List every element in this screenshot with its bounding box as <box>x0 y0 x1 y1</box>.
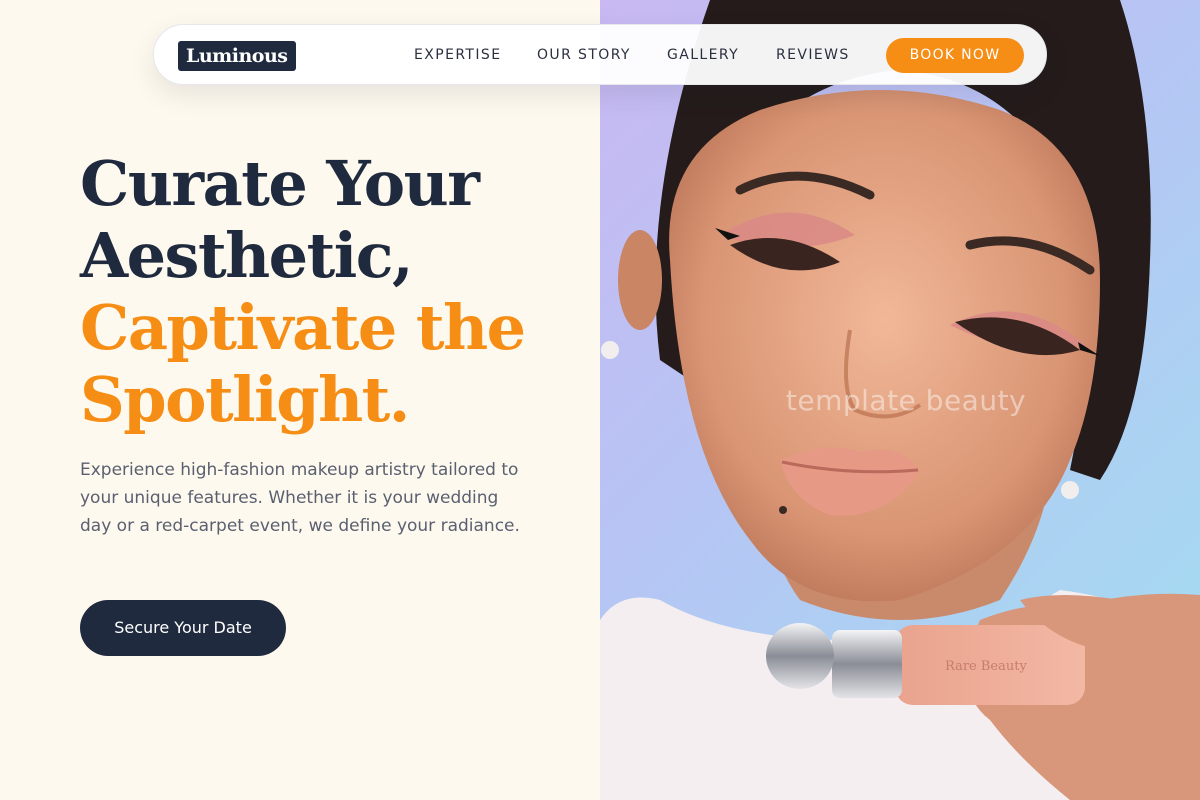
nav-link-reviews[interactable]: REVIEWS <box>776 45 850 65</box>
secure-your-date-button[interactable]: Secure Your Date <box>80 600 286 656</box>
nav-link-expertise[interactable]: EXPERTISE <box>414 45 501 65</box>
nav-link-gallery[interactable]: GALLERY <box>667 45 739 65</box>
nav-link-our-story[interactable]: OUR STORY <box>537 45 631 65</box>
headline-line-2: Aesthetic, <box>80 219 414 292</box>
hero-image: Rare Beauty template beauty <box>600 0 1200 800</box>
headline-line-4: Spotlight. <box>80 363 410 436</box>
headline-line-3: Captivate the <box>80 291 526 364</box>
top-navigation: Luminous EXPERTISE OUR STORY GALLERY REV… <box>153 24 1047 85</box>
brand-logo[interactable]: Luminous <box>178 41 296 71</box>
product-label: Rare Beauty <box>945 659 1027 674</box>
headline-line-1: Curate Your <box>80 147 480 220</box>
hero-headline: Curate Your Aesthetic, Captivate the Spo… <box>80 147 526 436</box>
book-now-button[interactable]: BOOK NOW <box>886 38 1024 73</box>
hero-description: Experience high-fashion makeup artistry … <box>80 460 520 536</box>
image-watermark: template beauty <box>785 384 1027 417</box>
